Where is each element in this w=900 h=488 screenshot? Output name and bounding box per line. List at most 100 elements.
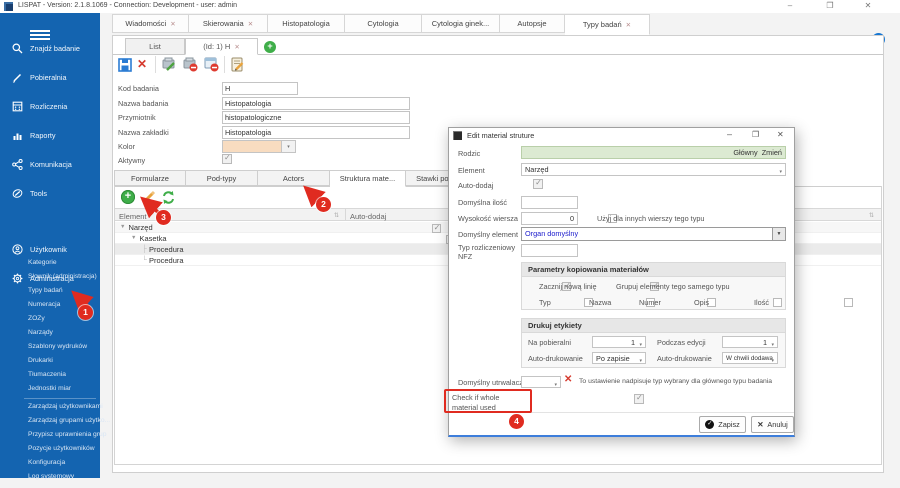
add-row-button[interactable]: + (121, 190, 135, 204)
duplicate-remove-icon[interactable] (182, 56, 199, 75)
add-record-tab-button[interactable]: + (264, 41, 276, 53)
edit-row-button[interactable] (141, 189, 157, 207)
sidebar-item-raporty[interactable]: Raporty (0, 124, 100, 146)
tab-skierowania[interactable]: Skierowania✕ (189, 14, 268, 33)
chevron-down-icon[interactable]: ▼ (772, 228, 785, 240)
sidebar-subitem-kategorie[interactable]: Kategorie (28, 259, 100, 266)
nazwa-zakladki-input[interactable]: Histopatologia (222, 126, 410, 139)
domyslny-element-dropdown[interactable]: Organ domyślny ▼ (521, 227, 786, 241)
zacznij-nowa-linie-label: Zacznij nową linię (539, 282, 597, 291)
sidebar-subitem-pozycje-uzytkownikow[interactable]: Pozycje użytkowników (28, 445, 100, 452)
minimize-button[interactable]: – (780, 0, 800, 12)
na-pobieralni-dropdown[interactable]: 1▾ (592, 336, 646, 348)
tab-autopsje[interactable]: Autopsje (500, 14, 565, 33)
row-checkbox[interactable] (432, 224, 441, 233)
domyslna-ilosc-input[interactable] (521, 196, 578, 209)
sidebar-subitem-tlumaczenia[interactable]: Tłumaczenia (28, 371, 100, 378)
close-tab-icon[interactable]: ✕ (234, 43, 239, 51)
duplicate-edit-icon[interactable] (161, 56, 178, 75)
dialog-close-button[interactable]: ✕ (777, 130, 784, 139)
refresh-button[interactable] (161, 190, 176, 207)
main-tab-bar: Wiadomości✕ Skierowania✕ Histopatologia … (112, 14, 650, 33)
auto-drukowanie-dropdown-1[interactable]: Po zapisie▾ (592, 352, 646, 364)
inner-tab-list[interactable]: List (125, 38, 185, 55)
typ-rozliczeniowy-nfz-input[interactable] (521, 244, 578, 257)
tab-cytologia[interactable]: Cytologia (345, 14, 422, 33)
autododaj-checkbox[interactable] (533, 179, 543, 189)
tab-histopatologia[interactable]: Histopatologia (268, 14, 345, 33)
cancel-button[interactable]: ✕ Anuluj (751, 416, 794, 433)
sidebar-subitem-narzady[interactable]: Narządy (28, 329, 100, 336)
domyslna-ilosc-label: Domyślna ilość (458, 198, 507, 207)
rodzic-field: Główny Zmień (521, 146, 786, 159)
subtab-formularze[interactable]: Formularze (114, 170, 186, 186)
subtab-struktura-materialu[interactable]: Struktura mate... (330, 170, 406, 187)
delete-icon[interactable]: ✕ (137, 57, 147, 71)
tab-wiadomosci[interactable]: Wiadomości✕ (112, 14, 189, 33)
subtab-actors[interactable]: Actors (258, 170, 330, 186)
app-icon (4, 2, 13, 11)
close-button[interactable]: ✕ (858, 0, 878, 12)
typ-label: Typ (539, 298, 551, 307)
element-dropdown[interactable]: Narzęd▾ (521, 163, 786, 176)
aktywny-checkbox[interactable] (222, 154, 232, 164)
sidebar-item-pobieralnia[interactable]: Pobieralnia (0, 66, 100, 88)
save-button[interactable]: ✓ Zapisz (699, 416, 746, 433)
expander-icon[interactable]: ▼ (120, 224, 125, 230)
close-tab-icon[interactable]: ✕ (248, 20, 253, 28)
close-tab-icon[interactable]: ✕ (170, 20, 175, 28)
na-pobieralni-label: Na pobieralni (528, 338, 571, 347)
sidebar-subitem-slownik[interactable]: Słownik (administracja) (28, 273, 100, 280)
kolor-dropdown[interactable]: ▾ (222, 140, 296, 153)
maximize-button[interactable]: ❐ (820, 0, 840, 12)
sidebar-subitem-konfiguracja[interactable]: Konfiguracja (28, 459, 100, 466)
save-icon[interactable] (118, 58, 132, 74)
rodzic-change-link[interactable]: Zmień (762, 148, 782, 157)
sidebar-subitem-jednostki-miar[interactable]: Jednostki miar (28, 385, 100, 392)
kod-badania-input[interactable]: H (222, 82, 298, 95)
sidebar-subitem-zarzadzaj-grupami[interactable]: Zarządzaj grupami użytko... (28, 417, 100, 424)
dialog-maximize-button[interactable]: ❐ (752, 130, 759, 139)
nazwa-badania-input[interactable]: Histopatologia (222, 97, 410, 110)
przymiotnik-input[interactable]: histopatologiczne (222, 111, 410, 124)
nazwa-badania-label: Nazwa badania (118, 99, 168, 108)
subtab-pod-typy[interactable]: Pod-typy (186, 170, 258, 186)
domyslny-element-label: Domyślny element (458, 230, 518, 239)
expander-icon[interactable]: ▼ (131, 235, 136, 241)
sidebar-subitem-typy-badan[interactable]: Typy badań (28, 287, 100, 294)
panel-remove-icon[interactable] (203, 56, 220, 75)
gear-icon (11, 272, 23, 284)
sidebar-item-tools[interactable]: Tools (0, 182, 100, 204)
podczas-edycji-dropdown[interactable]: 1▾ (722, 336, 778, 348)
bar-chart-icon (11, 129, 23, 141)
opis-checkbox[interactable] (773, 298, 782, 307)
clear-utrwalacz-icon[interactable]: ✕ (564, 373, 572, 387)
element-label: Element (458, 166, 485, 175)
sidebar-subitem-zarzadzaj-uzytkownikami[interactable]: Zarządzaj użytkownikami (28, 403, 100, 410)
column-autododaj[interactable]: Auto-dodaj (350, 212, 386, 221)
close-tab-icon[interactable]: ✕ (626, 21, 631, 29)
sidebar-item-komunikacja[interactable]: Komunikacja (0, 153, 100, 175)
sidebar-item-uzytkownik[interactable]: Użytkownik (0, 238, 100, 260)
sidebar-subitem-przypisz-uprawnienia[interactable]: Przypisz uprawnienia grup (28, 431, 100, 438)
dialog-minimize-button[interactable]: – (727, 129, 732, 139)
check-icon: ✓ (705, 420, 714, 429)
x-icon: ✕ (757, 420, 763, 429)
notes-edit-icon[interactable] (229, 56, 246, 75)
auto-drukowanie-dropdown-2[interactable]: W chwili dodawa▾ (722, 352, 778, 364)
domyslny-utrwalacz-dropdown[interactable]: ▾ (521, 376, 561, 388)
column-element[interactable]: Element (119, 212, 147, 221)
tab-typy-badan[interactable]: Typy badań✕ (565, 14, 650, 35)
tab-cytologia-ginek[interactable]: Cytologia ginek... (422, 14, 500, 33)
whole-material-checkbox[interactable] (634, 394, 644, 404)
sort-icon: ⇅ (334, 212, 339, 219)
sidebar-item-znajdz-badanie[interactable]: Znajdź badanie (0, 37, 100, 59)
wysokosc-wiersza-input[interactable]: 0 (521, 212, 578, 225)
sidebar-subitem-drukarki[interactable]: Drukarki (28, 357, 100, 364)
ilosc-checkbox[interactable] (844, 298, 853, 307)
inner-tab-record[interactable]: (Id: 1) H✕ (185, 38, 258, 55)
share-icon (11, 158, 23, 170)
sidebar-subitem-log-systemowy[interactable]: Log systemowy (28, 473, 100, 480)
sidebar-subitem-szablony-wydrukow[interactable]: Szablony wydruków (28, 343, 100, 350)
sidebar-item-rozliczenia[interactable]: Rozliczenia (0, 95, 100, 117)
